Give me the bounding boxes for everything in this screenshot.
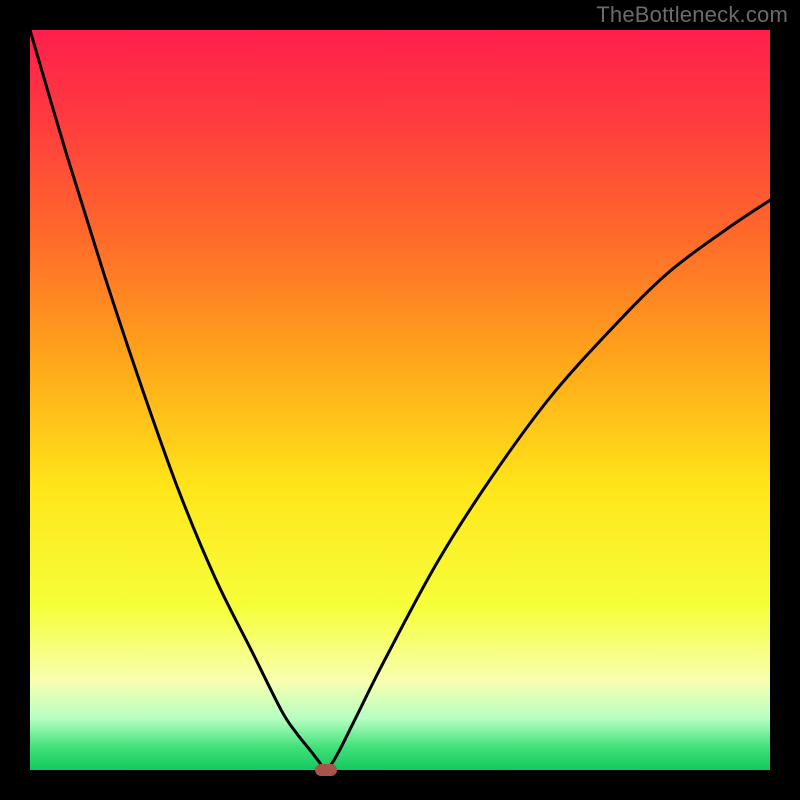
watermark-text: TheBottleneck.com [596, 2, 788, 28]
bottleneck-chart [30, 30, 770, 770]
bottleneck-marker [315, 764, 337, 776]
plot-area [30, 30, 770, 770]
chart-frame: TheBottleneck.com [0, 0, 800, 800]
gradient-background [30, 30, 770, 770]
